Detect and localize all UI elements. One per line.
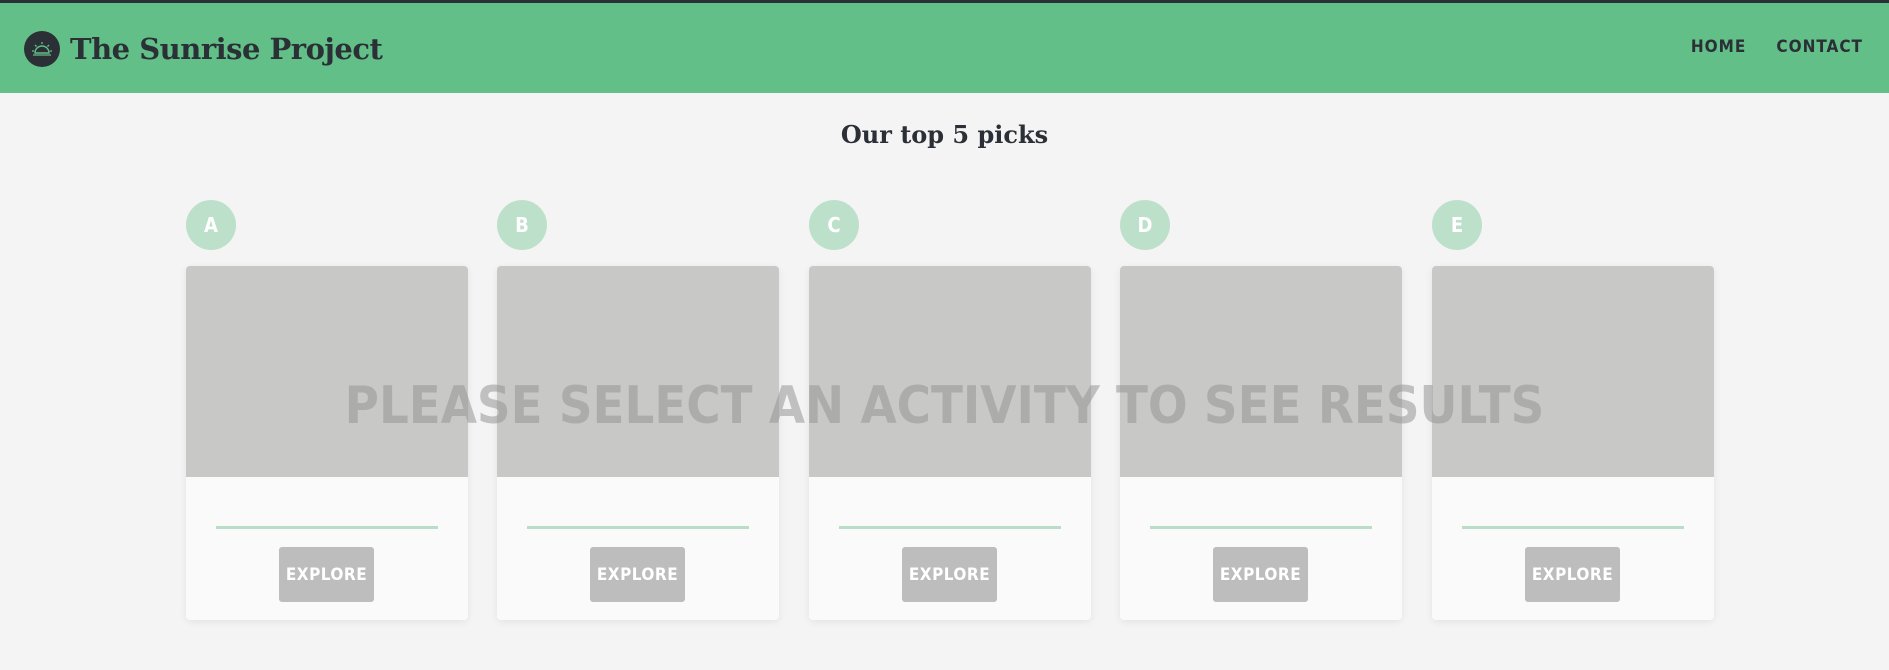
pick-card-a: EXPLORE — [186, 266, 468, 620]
section-title: Our top 5 picks — [840, 120, 1049, 149]
pick-card-b: EXPLORE — [497, 266, 779, 620]
pick-badge-b: B — [497, 200, 547, 250]
card-image-placeholder — [186, 266, 468, 477]
explore-button-e[interactable]: EXPLORE — [1525, 547, 1620, 602]
explore-button-a[interactable]: EXPLORE — [279, 547, 374, 602]
pick-card-c: EXPLORE — [809, 266, 1091, 620]
card-divider — [1462, 526, 1684, 529]
pick-badge-a: A — [186, 200, 236, 250]
card-image-placeholder — [1432, 266, 1714, 477]
pick-badge-e: E — [1432, 200, 1482, 250]
brand[interactable]: The Sunrise Project — [24, 31, 383, 67]
top-navbar: The Sunrise Project HOME CONTACT — [0, 0, 1889, 93]
brand-title: The Sunrise Project — [70, 32, 383, 66]
nav-contact-link[interactable]: CONTACT — [1776, 37, 1863, 57]
card-image-placeholder — [1120, 266, 1402, 477]
nav-home-link[interactable]: HOME — [1691, 37, 1746, 57]
card-divider — [1150, 526, 1372, 529]
card-divider — [527, 526, 749, 529]
main-nav: HOME CONTACT — [1691, 37, 1863, 57]
pick-card-d: EXPLORE — [1120, 266, 1402, 620]
sunrise-icon — [24, 31, 60, 67]
explore-button-c[interactable]: EXPLORE — [902, 547, 997, 602]
pick-card-e: EXPLORE — [1432, 266, 1714, 620]
card-image-placeholder — [497, 266, 779, 477]
pick-badge-d: D — [1120, 200, 1170, 250]
explore-button-d[interactable]: EXPLORE — [1213, 547, 1308, 602]
card-image-placeholder — [809, 266, 1091, 477]
card-divider — [216, 526, 438, 529]
explore-button-b[interactable]: EXPLORE — [590, 547, 685, 602]
pick-badge-c: C — [809, 200, 859, 250]
card-divider — [839, 526, 1061, 529]
